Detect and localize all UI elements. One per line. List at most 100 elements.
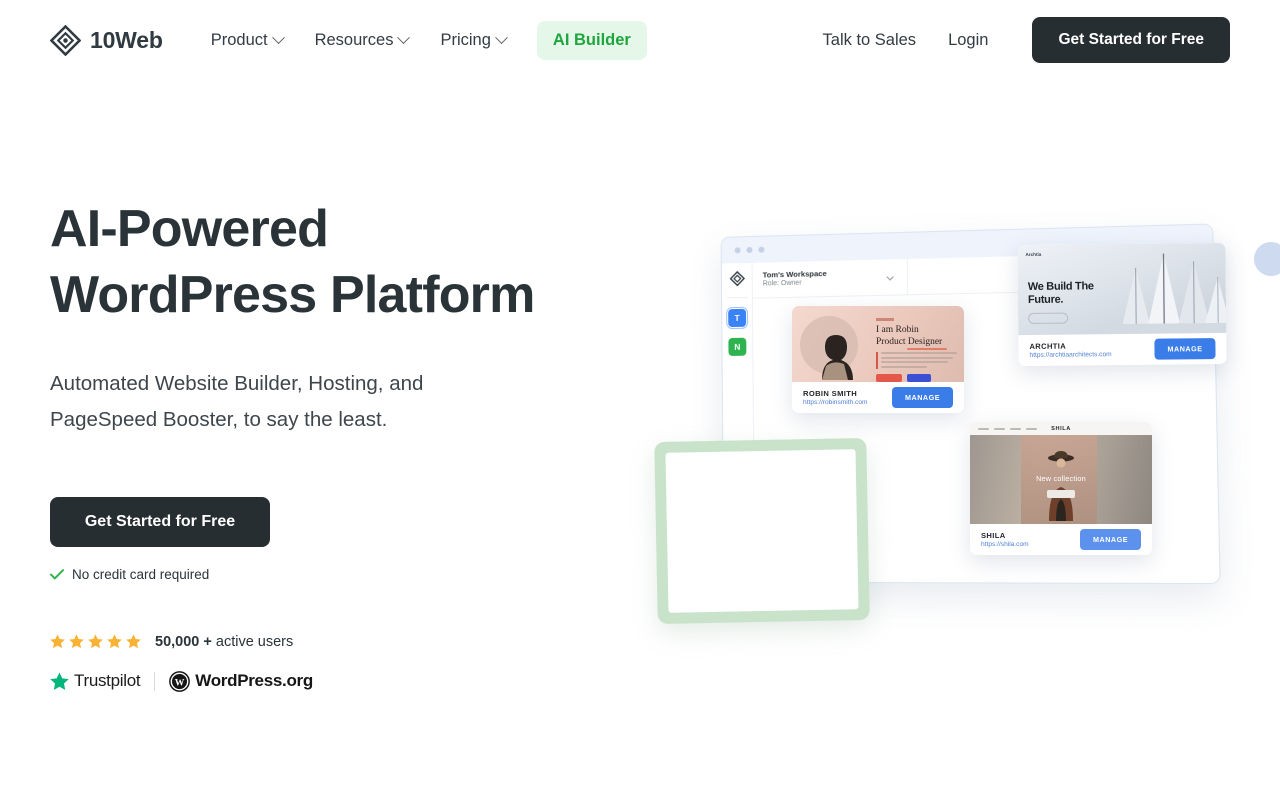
workspace-title: Tom's Workspace <box>762 269 827 280</box>
rating-suffix: active users <box>215 633 294 650</box>
site-card-robin-smith: I am Robin Product Designer ROBIN SMITH … <box>792 306 964 413</box>
site-card-meta: ROBIN SMITH https://robinsmith.com <box>803 389 868 406</box>
workspace-avatar-t[interactable]: T <box>725 306 749 330</box>
nav-item-product-label: Product <box>210 30 268 49</box>
robin-preview-buttons <box>876 374 931 382</box>
page-title: AI-Powered WordPress Platform <box>50 196 610 328</box>
rail-divider <box>726 296 748 299</box>
chevron-down-icon <box>495 30 508 44</box>
no-credit-card-note: No credit card required <box>50 567 610 582</box>
hero-title-line-1: AI-Powered <box>50 200 329 258</box>
site-card-meta: SHILA https://shila.com <box>981 531 1029 548</box>
manage-button-shila[interactable]: MANAGE <box>1080 529 1141 550</box>
manage-button-robin[interactable]: MANAGE <box>892 387 953 408</box>
talk-to-sales-link[interactable]: Talk to Sales <box>811 22 929 59</box>
star-icon <box>107 634 122 649</box>
trustpilot-label: Trustpilot <box>74 671 141 691</box>
diamond-logo-icon <box>729 271 744 286</box>
wordpress-logo-icon: W <box>169 670 191 692</box>
robin-body-lines <box>881 352 957 370</box>
archtia-headline-line2: Future. <box>1027 293 1064 307</box>
hero-content: AI-Powered WordPress Platform Automated … <box>50 196 610 692</box>
chevron-down-icon <box>397 30 411 44</box>
badge-divider <box>154 671 156 691</box>
site-header: 10Web Product Resources Pricing AI Build… <box>0 0 1280 80</box>
rating-plus: + <box>203 633 212 650</box>
hero-subtitle-line-1: Automated Website Builder, Hosting, and <box>50 372 424 396</box>
robin-primary-button <box>876 374 902 382</box>
brand-name: 10Web <box>90 26 163 53</box>
chevron-down-icon <box>271 30 285 44</box>
wordpress-label: WordPress.org <box>195 671 313 691</box>
shila-brand: SHILA <box>1051 425 1071 432</box>
nav-item-pricing[interactable]: Pricing <box>426 22 519 59</box>
window-dot-icon <box>746 246 753 254</box>
manage-button-archtia[interactable]: MANAGE <box>1154 338 1216 360</box>
robin-headline-line1: I am Robin <box>876 325 919 335</box>
archtia-preview: Archtia We Build The Future. <box>1017 242 1227 336</box>
workspace-info: Tom's Workspace Role: Owner <box>763 269 827 289</box>
site-url: https://robinsmith.com <box>803 399 868 406</box>
page-root: 10Web Product Resources Pricing AI Build… <box>0 0 1280 800</box>
nav-item-resources[interactable]: Resources <box>301 22 423 59</box>
brand-logo-link[interactable]: 10Web <box>50 24 163 56</box>
primary-navigation: Product Resources Pricing AI Builder <box>197 20 647 60</box>
workspace-avatar-n[interactable]: N <box>728 337 747 356</box>
star-icon <box>50 634 65 649</box>
site-url: https://shila.com <box>981 541 1029 548</box>
workspace-divider <box>906 258 909 295</box>
person-with-hat-icon <box>1047 451 1074 521</box>
hero-subtitle-line-2: PageSpeed Booster, to say the least. <box>50 407 388 431</box>
site-card-footer: SHILA https://shila.com MANAGE <box>970 524 1152 555</box>
archtia-headline-line1: We Build The <box>1027 280 1094 293</box>
chevron-down-icon <box>886 273 894 281</box>
rating-row: 50,000 + active users <box>50 634 610 650</box>
nav-item-ai-builder[interactable]: AI Builder <box>536 20 647 60</box>
star-icon <box>69 634 84 649</box>
shila-preview-nav: SHILA <box>970 422 1152 435</box>
robin-headline-line2: Product Designer <box>876 336 943 347</box>
login-link[interactable]: Login <box>936 22 1000 59</box>
star-icon <box>88 634 103 649</box>
star-rating <box>50 634 141 649</box>
site-name: ROBIN SMITH <box>803 389 858 398</box>
window-dot-icon <box>734 247 741 254</box>
header-get-started-button[interactable]: Get Started for Free <box>1032 17 1230 63</box>
site-card-footer: ROBIN SMITH https://robinsmith.com MANAG… <box>792 382 964 413</box>
archtia-cta-pill <box>1028 312 1069 324</box>
star-icon <box>126 634 141 649</box>
hero-get-started-button[interactable]: Get Started for Free <box>50 496 270 547</box>
rating-count: 50,000 <box>155 633 200 650</box>
hero-title-line-2: WordPress Platform <box>50 266 535 325</box>
site-card-archtia: Archtia We Build The Future. ARCHTIA htt… <box>1017 242 1227 367</box>
site-name: ARCHTIA <box>1029 341 1067 351</box>
nav-item-product[interactable]: Product <box>197 22 297 59</box>
wordpress-badge[interactable]: W WordPress.org <box>169 670 313 692</box>
trustpilot-badge[interactable]: Trustpilot <box>50 671 141 691</box>
site-card-meta: ARCHTIA https://archtiaarchitects.com <box>1029 341 1111 359</box>
decorative-blue-circle <box>1254 242 1280 276</box>
site-name: SHILA <box>981 531 1006 540</box>
check-icon <box>50 569 64 580</box>
site-url: https://archtiaarchitects.com <box>1029 351 1112 359</box>
site-card-footer: ARCHTIA https://archtiaarchitects.com MA… <box>1018 332 1227 367</box>
trust-badges: Trustpilot W WordPress.org <box>50 670 610 692</box>
robin-preview: I am Robin Product Designer <box>792 306 964 382</box>
robin-underline <box>907 348 947 350</box>
hero-subtitle: Automated Website Builder, Hosting, and … <box>50 366 490 438</box>
lotus-temple-illustration-icon <box>1102 253 1227 335</box>
no-credit-card-label: No credit card required <box>72 566 210 582</box>
shila-preview: New collection <box>970 435 1152 524</box>
empty-card-canvas <box>665 449 859 613</box>
robin-secondary-button <box>907 374 931 382</box>
trustpilot-star-icon <box>50 672 69 690</box>
shila-overlay-text: New collection <box>1036 474 1086 484</box>
window-dot-icon <box>758 246 765 253</box>
robin-accent-bar <box>876 352 878 369</box>
nav-item-pricing-label: Pricing <box>440 30 491 49</box>
shila-shop-button <box>1047 490 1075 499</box>
empty-site-card-placeholder <box>654 437 870 625</box>
archtia-logo-text: Archtia <box>1025 251 1042 258</box>
svg-text:W: W <box>175 677 185 688</box>
robin-eyebrow <box>876 318 894 321</box>
